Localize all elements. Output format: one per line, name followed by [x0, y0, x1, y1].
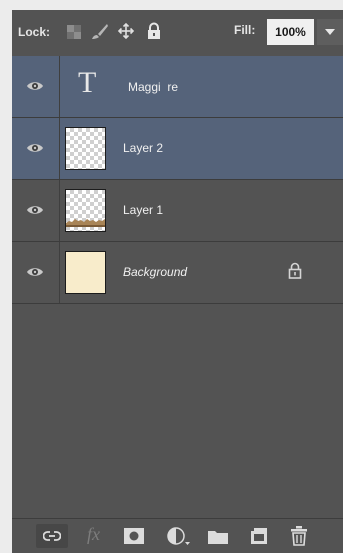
layer-row-layer-2[interactable]: Layer 2 — [12, 118, 343, 180]
lock-position-icon[interactable] — [117, 22, 135, 40]
layers-toolbar: fx — [12, 518, 343, 553]
layer-row-background[interactable]: Background — [12, 242, 343, 304]
layer-thumbnail — [65, 189, 106, 232]
link-layers-button[interactable] — [36, 524, 68, 548]
fx-icon: fx — [87, 524, 100, 544]
lock-icon — [288, 262, 302, 279]
lock-transparent-pixels-icon[interactable] — [67, 25, 81, 39]
layers-panel: Lock: Fill: 100% T Maggi re Layer 2 Laye… — [12, 10, 343, 553]
fill-dropdown-button[interactable] — [317, 19, 343, 45]
type-layer-icon: T — [78, 66, 97, 99]
fx-button[interactable]: fx — [87, 524, 100, 544]
eye-icon — [27, 144, 43, 152]
link-layers-icon — [43, 531, 61, 541]
visibility-toggle[interactable] — [12, 242, 60, 303]
add-layer-mask-button[interactable] — [124, 528, 144, 546]
lock-all-icon[interactable] — [146, 22, 162, 40]
layer-mask-icon — [124, 528, 144, 544]
visibility-toggle[interactable] — [12, 118, 60, 179]
eye-icon — [27, 206, 43, 214]
new-group-button[interactable] — [208, 529, 228, 547]
layer-name[interactable]: Layer 2 — [123, 141, 163, 155]
new-layer-icon — [251, 528, 267, 544]
trash-icon — [291, 526, 307, 546]
chevron-down-icon — [325, 29, 335, 35]
visibility-toggle[interactable] — [12, 180, 60, 241]
group-folder-icon — [208, 531, 228, 544]
fill-opacity-input[interactable]: 100% — [267, 19, 314, 45]
delete-layer-button[interactable] — [290, 526, 308, 546]
layer-thumbnail — [65, 127, 106, 170]
lock-bar: Lock: Fill: 100% — [12, 10, 343, 56]
layer-name[interactable]: Maggi re — [128, 80, 178, 94]
layer-row-layer-1[interactable]: Layer 1 — [12, 180, 343, 242]
layer-row-type[interactable]: T Maggi re — [12, 56, 343, 118]
layer-name[interactable]: Background — [123, 265, 187, 279]
layer-list: T Maggi re Layer 2 Layer 1 Background — [12, 56, 343, 304]
visibility-toggle[interactable] — [12, 56, 60, 117]
new-adjustment-layer-button[interactable] — [167, 527, 191, 545]
adjustment-layer-icon — [167, 527, 190, 545]
lock-image-pixels-icon[interactable] — [91, 22, 109, 40]
lock-label: Lock: — [18, 25, 51, 39]
eye-icon — [27, 268, 43, 276]
layer-thumbnail — [65, 251, 106, 294]
new-layer-button[interactable] — [250, 528, 268, 546]
layer-name[interactable]: Layer 1 — [123, 203, 163, 217]
eye-icon — [27, 82, 43, 90]
fill-label: Fill: — [234, 23, 256, 37]
